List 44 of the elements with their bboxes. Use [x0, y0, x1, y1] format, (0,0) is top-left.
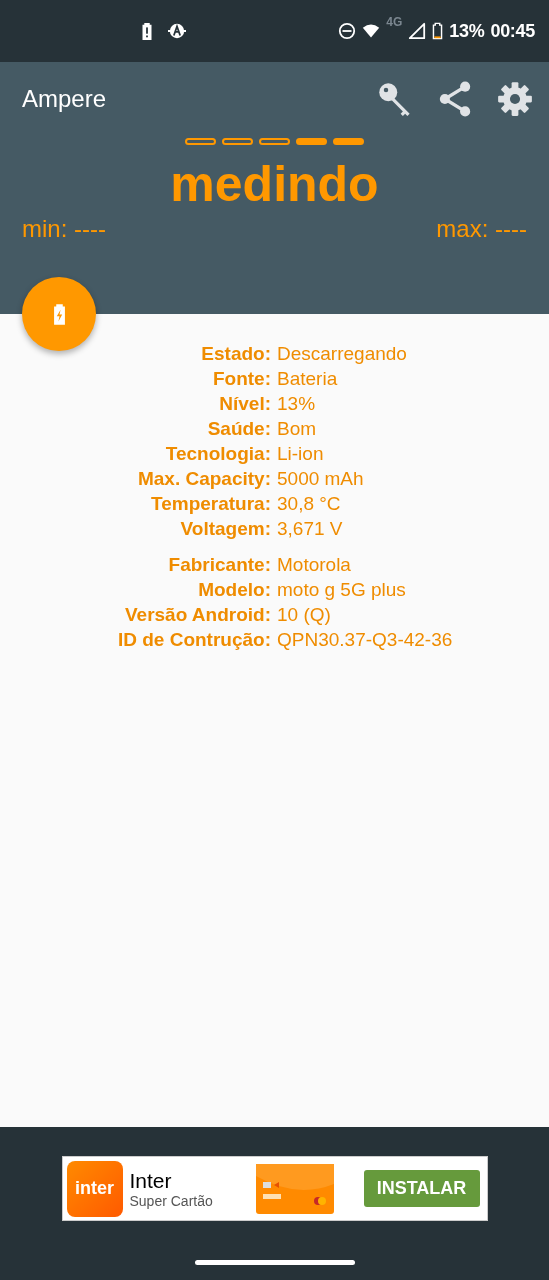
info-value: 3,671 V	[277, 517, 343, 540]
ad-title: Inter	[129, 1168, 173, 1193]
info-value: moto g 5G plus	[277, 578, 406, 601]
info-label: Voltagem:	[180, 517, 271, 540]
info-value: Descarregando	[277, 342, 407, 365]
info-label: Nível:	[219, 392, 271, 415]
app-logo: inter	[66, 1160, 123, 1217]
info-value: 13%	[277, 392, 316, 415]
info-label: Max. Capacity:	[137, 467, 271, 490]
ad-subtitle: Super Cartão	[129, 1192, 214, 1209]
app-title: Ampere	[22, 85, 107, 113]
info-value: 5000 mAh	[277, 467, 364, 490]
info-label: Estado:	[201, 342, 271, 365]
share-icon[interactable]	[437, 81, 473, 117]
info-value: Bom	[277, 417, 317, 440]
info-value: QPN30.37-Q3-42-36	[277, 628, 453, 651]
measuring-status: medindo	[169, 157, 380, 211]
letter-badge-icon	[168, 22, 186, 40]
info-label: Versão Android:	[124, 603, 271, 626]
info-label: Fonte:	[212, 367, 271, 390]
min-reading: min: ----	[22, 215, 106, 243]
battery-charging-icon	[52, 303, 66, 325]
info-label: Fabricante:	[168, 553, 271, 576]
clock-time: 00:45	[490, 20, 535, 42]
info-value: Motorola	[277, 553, 351, 576]
battery-fab-button[interactable]	[22, 277, 96, 351]
info-value: 30,8 °C	[277, 492, 341, 515]
battery-percentage: 13%	[449, 20, 485, 42]
info-label: Temperatura:	[151, 492, 271, 515]
info-label: Saúde:	[207, 417, 271, 440]
key-icon[interactable]	[377, 81, 413, 117]
network-type-label: 4G	[386, 14, 403, 29]
battery-icon	[432, 22, 444, 40]
max-reading: max: ----	[436, 215, 527, 243]
info-value: Bateria	[277, 367, 338, 390]
signal-icon	[408, 22, 427, 40]
info-value: Li-ion	[277, 442, 324, 465]
do-not-disturb-icon	[338, 22, 357, 40]
info-label: Tecnologia:	[165, 442, 271, 465]
wifi-icon	[362, 22, 381, 40]
info-value: 10 (Q)	[277, 603, 331, 626]
info-label: Modelo:	[198, 578, 271, 601]
settings-icon[interactable]	[497, 81, 533, 117]
info-label: ID de Contrução:	[117, 628, 271, 651]
